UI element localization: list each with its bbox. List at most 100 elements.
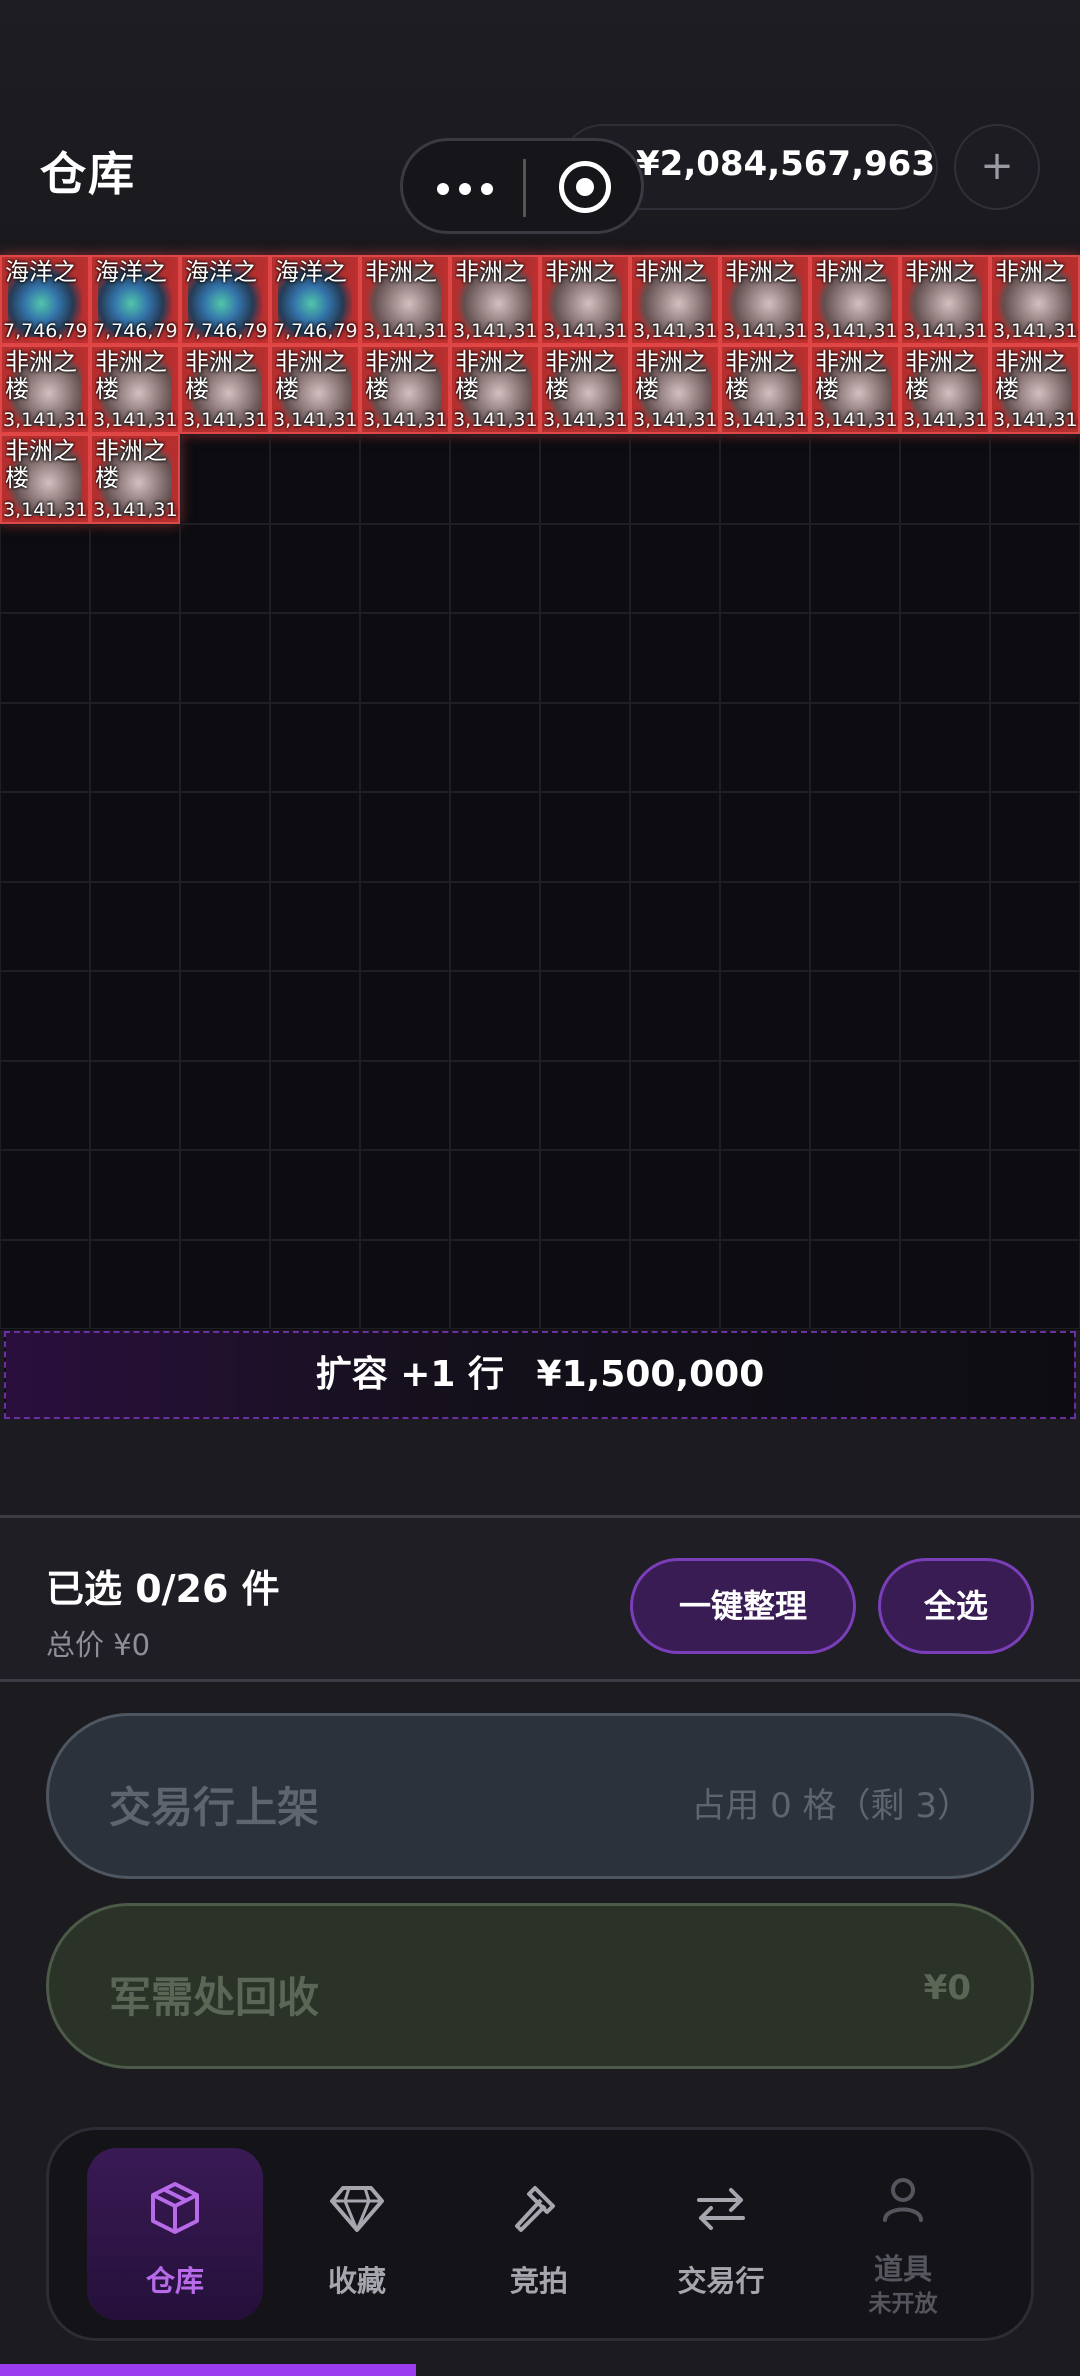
nav-item-props[interactable]: 道具 未开放 xyxy=(815,2148,991,2320)
inventory-slot xyxy=(90,613,180,703)
inventory-slot xyxy=(900,434,990,524)
inventory-item[interactable]: 海洋之 7,746,793 xyxy=(180,255,270,345)
inventory-item[interactable]: 海洋之 7,746,793 xyxy=(90,255,180,345)
inventory-slot xyxy=(540,1239,630,1329)
inventory-item[interactable]: 非洲之 3,141,314 xyxy=(360,255,450,345)
inventory-item[interactable]: 非洲之 3,141,314 xyxy=(990,255,1080,345)
inventory-slot xyxy=(720,1150,810,1240)
nav-item-auction[interactable]: 竞拍 xyxy=(451,2148,627,2320)
inventory-slot xyxy=(270,613,360,703)
item-name: 非洲之 xyxy=(725,259,797,286)
inventory-item[interactable]: 非洲之 3,141,314 xyxy=(720,255,810,345)
nav-item-collection[interactable]: 收藏 xyxy=(269,2148,445,2320)
inventory-slot xyxy=(900,881,990,971)
inventory-slot xyxy=(990,434,1080,524)
inventory-item[interactable]: 非洲之楼 3,141,314 xyxy=(0,434,90,524)
inventory-slot xyxy=(0,1150,90,1240)
inventory-item[interactable]: 非洲之楼 3,141,314 xyxy=(990,344,1080,434)
inventory-item[interactable]: 非洲之楼 3,141,314 xyxy=(540,344,630,434)
item-name: 非洲之楼 xyxy=(275,348,347,403)
select-all-button[interactable]: 全选 xyxy=(878,1558,1034,1654)
item-name: 非洲之楼 xyxy=(95,438,167,492)
add-funds-button[interactable]: + xyxy=(954,124,1040,210)
item-price: 3,141,314 xyxy=(273,409,358,431)
item-price: 7,746,793 xyxy=(273,319,358,342)
recycle-label: 军需处回收 xyxy=(109,1973,320,2022)
page-progress-bar xyxy=(0,2364,1080,2376)
inventory-slot xyxy=(540,1060,630,1150)
inventory-slot xyxy=(0,1239,90,1329)
inventory-item[interactable]: 海洋之 7,746,793 xyxy=(0,255,90,345)
item-price: 3,141,314 xyxy=(993,409,1078,431)
inventory-slot xyxy=(720,1060,810,1150)
inventory-slot xyxy=(900,613,990,703)
auto-organize-button[interactable]: 一键整理 xyxy=(630,1558,856,1654)
inventory-item[interactable]: 非洲之楼 3,141,314 xyxy=(90,434,180,524)
item-price: 3,141,314 xyxy=(813,409,898,431)
more-menu-icon[interactable] xyxy=(437,183,493,197)
item-name: 非洲之楼 xyxy=(995,348,1067,403)
inventory-slot xyxy=(630,434,720,524)
inventory-item[interactable]: 非洲之楼 3,141,314 xyxy=(450,344,540,434)
inventory-slot xyxy=(630,1239,720,1329)
inventory-item[interactable]: 非洲之楼 3,141,314 xyxy=(0,344,90,434)
inventory-item[interactable]: 非洲之 3,141,314 xyxy=(540,255,630,345)
inventory-slot xyxy=(90,881,180,971)
inventory-slot xyxy=(180,523,270,613)
nav-item-market[interactable]: 交易行 xyxy=(633,2148,809,2320)
expand-price: ¥1,500,000 xyxy=(536,1354,765,1395)
inventory-slot xyxy=(990,1239,1080,1329)
inventory-item[interactable]: 非洲之楼 3,141,314 xyxy=(90,344,180,434)
inventory-slot xyxy=(90,971,180,1061)
inventory-item[interactable]: 非洲之楼 3,141,314 xyxy=(720,344,810,434)
inventory-item[interactable]: 非洲之楼 3,141,314 xyxy=(810,344,900,434)
nav-props-unavailable: 未开放 xyxy=(868,2291,938,2317)
diamond-icon xyxy=(330,2186,384,2232)
list-on-market-button[interactable]: 交易行上架 占用 0 格（剩 3） xyxy=(46,1713,1034,1879)
inventory-slot xyxy=(630,523,720,613)
inventory-slot xyxy=(540,1150,630,1240)
inventory-item[interactable]: 非洲之楼 3,141,314 xyxy=(900,344,990,434)
inventory-slot xyxy=(90,523,180,613)
hammer-icon xyxy=(515,2186,555,2232)
nav-item-warehouse[interactable]: 仓库 xyxy=(87,2148,263,2320)
selected-total-price: 总价 ¥0 xyxy=(46,1628,151,1662)
inventory-item[interactable]: 非洲之 3,141,314 xyxy=(450,255,540,345)
item-name: 非洲之楼 xyxy=(5,348,77,403)
inventory-slot xyxy=(360,1239,450,1329)
inventory-slot xyxy=(450,881,540,971)
item-name: 非洲之楼 xyxy=(635,348,707,403)
inventory-slot xyxy=(450,971,540,1061)
inventory-slot xyxy=(540,523,630,613)
inventory-slot xyxy=(630,1150,720,1240)
inventory-slot xyxy=(990,1060,1080,1150)
inventory-item[interactable]: 非洲之 3,141,314 xyxy=(630,255,720,345)
inventory-item[interactable]: 海洋之 7,746,793 xyxy=(270,255,360,345)
inventory-item[interactable]: 非洲之楼 3,141,314 xyxy=(360,344,450,434)
inventory-slot xyxy=(630,881,720,971)
bottom-nav: 仓库 收藏 竞拍 交易行 道具 未开放 xyxy=(46,2127,1034,2341)
item-price: 7,746,793 xyxy=(183,319,268,342)
inventory-item[interactable]: 非洲之楼 3,141,314 xyxy=(270,344,360,434)
nav-label-market: 交易行 xyxy=(677,2264,765,2298)
inventory-item[interactable]: 非洲之楼 3,141,314 xyxy=(180,344,270,434)
recycle-button[interactable]: 军需处回收 ¥0 xyxy=(46,1903,1034,2069)
item-name: 非洲之 xyxy=(905,259,977,286)
inventory-slot xyxy=(450,434,540,524)
inventory-slot xyxy=(450,1150,540,1240)
inventory-slot xyxy=(270,702,360,792)
close-miniprogram-icon[interactable] xyxy=(559,161,611,213)
inventory-slot xyxy=(0,613,90,703)
inventory-item[interactable]: 非洲之 3,141,314 xyxy=(900,255,990,345)
inventory-item[interactable]: 非洲之楼 3,141,314 xyxy=(630,344,720,434)
inventory-slot xyxy=(990,792,1080,882)
inventory-item[interactable]: 非洲之 3,141,314 xyxy=(810,255,900,345)
inventory-slot xyxy=(90,1150,180,1240)
inventory-slot xyxy=(0,971,90,1061)
item-price: 3,141,314 xyxy=(3,409,88,431)
expand-row-button[interactable]: 扩容 +1 行 ¥1,500,000 xyxy=(4,1331,1076,1419)
nav-label-props: 道具 xyxy=(873,2252,932,2286)
item-price: 3,141,314 xyxy=(813,319,898,342)
box-icon xyxy=(151,2182,199,2234)
item-name: 非洲之楼 xyxy=(815,348,887,403)
